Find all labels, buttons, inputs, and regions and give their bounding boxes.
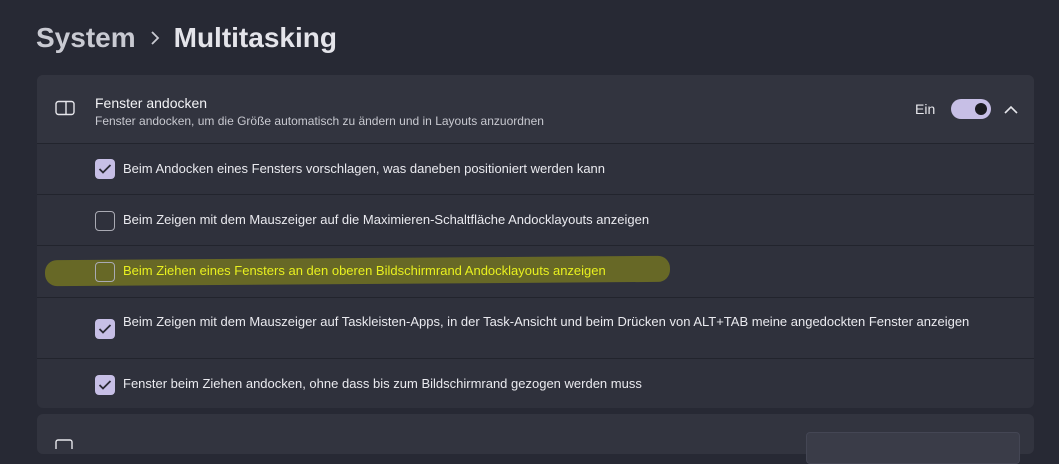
- desktops-icon: [55, 436, 75, 454]
- next-setting-panel[interactable]: [37, 414, 1034, 464]
- breadcrumb-system[interactable]: System: [36, 18, 136, 58]
- snap-option-label: Beim Ziehen eines Fensters an den oberen…: [123, 263, 606, 278]
- snap-option-label: Beim Andocken eines Fensters vorschlagen…: [123, 161, 606, 176]
- snap-option-checkbox[interactable]: [95, 375, 115, 395]
- toggle-status-label: Ein: [915, 101, 936, 117]
- snap-option-checkbox[interactable]: [95, 319, 115, 339]
- snap-windows-title: Fenster andocken: [95, 95, 208, 111]
- chevron-right-icon: [150, 31, 160, 45]
- snap-option-label: Beim Zeigen mit dem Mauszeiger auf die M…: [123, 212, 650, 227]
- snap-windows-panel: Fenster andocken Fenster andocken, um di…: [37, 75, 1034, 408]
- page-title: Multitasking: [173, 22, 337, 53]
- snap-option-row[interactable]: Beim Zeigen mit dem Mauszeiger auf die M…: [37, 194, 1034, 245]
- breadcrumb: System Multitasking: [36, 18, 337, 58]
- snap-option-label: Fenster beim Ziehen andocken, ohne dass …: [123, 376, 642, 391]
- chevron-up-icon[interactable]: [1004, 102, 1018, 120]
- toggle-knob: [975, 103, 987, 115]
- next-setting-dropdown[interactable]: [806, 432, 1020, 464]
- snap-option-row[interactable]: Beim Ziehen eines Fensters an den oberen…: [37, 245, 1034, 297]
- snap-option-row[interactable]: Beim Andocken eines Fensters vorschlagen…: [37, 143, 1034, 194]
- snap-option-row[interactable]: Beim Zeigen mit dem Mauszeiger auf Taskl…: [37, 297, 1034, 359]
- snap-option-checkbox[interactable]: [95, 262, 115, 282]
- snap-option-label: Beim Zeigen mit dem Mauszeiger auf Taskl…: [123, 314, 970, 329]
- snap-windows-header[interactable]: Fenster andocken Fenster andocken, um di…: [37, 75, 1034, 143]
- snap-window-icon: [55, 100, 75, 121]
- snap-windows-description: Fenster andocken, um die Größe automatis…: [95, 114, 544, 128]
- snap-option-checkbox[interactable]: [95, 159, 115, 179]
- snap-windows-toggle[interactable]: [951, 99, 991, 119]
- snap-option-row[interactable]: Fenster beim Ziehen andocken, ohne dass …: [37, 358, 1034, 408]
- snap-option-checkbox[interactable]: [95, 211, 115, 231]
